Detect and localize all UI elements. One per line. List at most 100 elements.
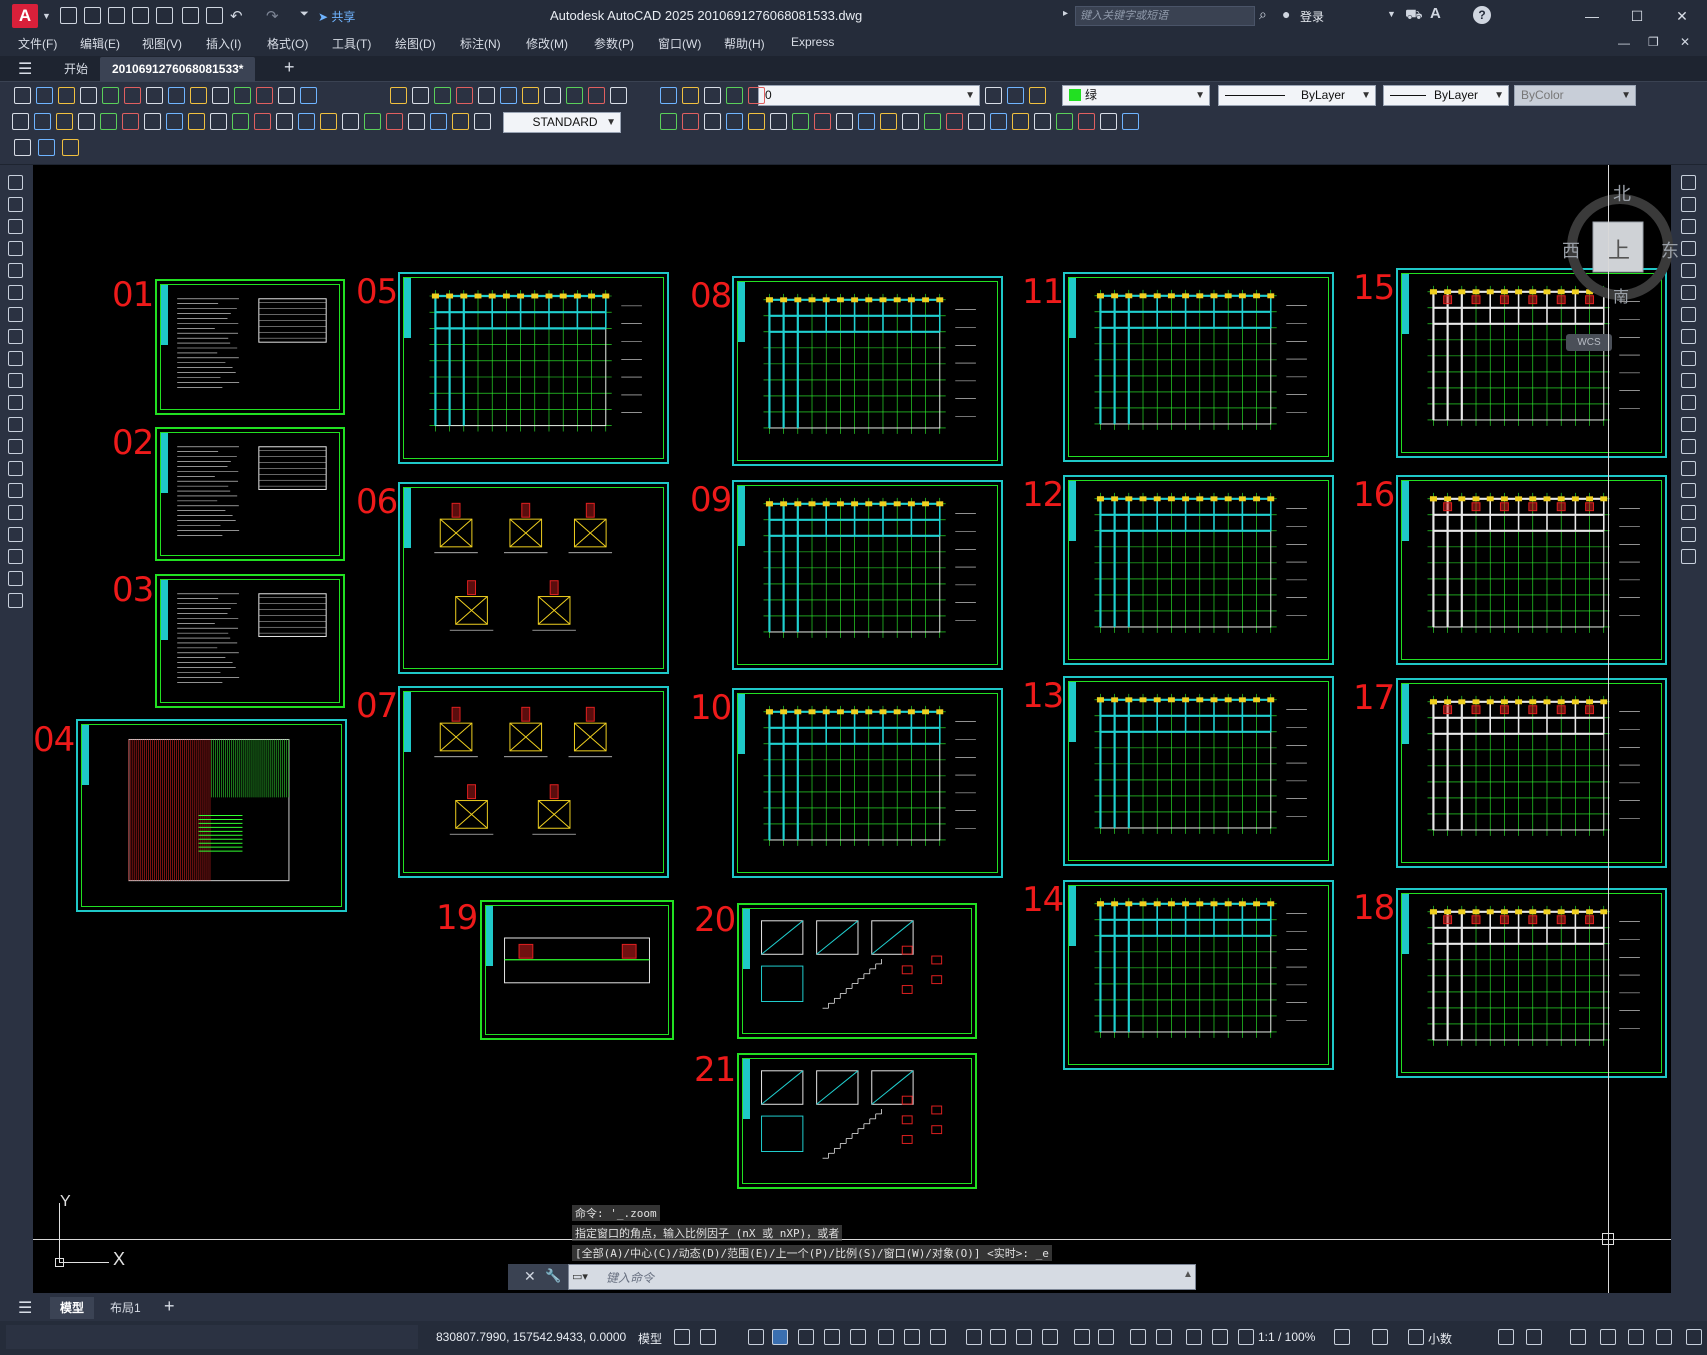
drawing-sheet-12[interactable] — [1063, 475, 1334, 665]
status-toggle-icon[interactable] — [1600, 1329, 1616, 1345]
modify-tool-icon[interactable] — [1681, 197, 1696, 212]
menu-edit[interactable]: 编辑(E) — [80, 35, 120, 52]
standard-tool-icon[interactable] — [278, 87, 295, 104]
standard-tool-icon[interactable] — [610, 87, 627, 104]
drawing-sheet-13[interactable] — [1063, 676, 1334, 866]
drawing-sheet-17[interactable] — [1396, 678, 1667, 868]
modify-tool-icon[interactable] — [1681, 263, 1696, 278]
modify-tool-icon[interactable] — [1681, 417, 1696, 432]
standard-tool-icon[interactable] — [434, 87, 451, 104]
undo-icon[interactable]: ↶ — [230, 7, 243, 25]
dimension-tool-icon[interactable] — [1012, 113, 1029, 130]
draw-tool-icon[interactable] — [8, 527, 23, 542]
standard-tool-icon[interactable] — [390, 87, 407, 104]
cart-icon[interactable]: ⛟ — [1405, 6, 1423, 25]
dimension-tool-icon[interactable] — [276, 113, 293, 130]
dimension-tool-icon[interactable] — [836, 113, 853, 130]
standard-tool-icon[interactable] — [256, 87, 273, 104]
redo-icon[interactable]: ↷ — [266, 7, 279, 25]
save-as-icon[interactable] — [132, 7, 149, 24]
text-style-dropdown[interactable]: STANDARD ▼ — [503, 112, 621, 133]
status-toggle-icon[interactable] — [1408, 1329, 1424, 1345]
status-toggle-icon[interactable] — [1686, 1329, 1702, 1345]
status-toggle-icon[interactable] — [1130, 1329, 1146, 1345]
standard-tool-icon[interactable] — [500, 87, 517, 104]
units-dropdown[interactable]: 小数 — [1428, 1330, 1452, 1347]
dimension-tool-icon[interactable] — [770, 113, 787, 130]
draw-tool-icon[interactable] — [8, 175, 23, 190]
status-toggle-icon[interactable] — [1656, 1329, 1672, 1345]
plot-icon[interactable] — [206, 7, 223, 24]
viewcube-east[interactable]: 东 — [1661, 237, 1679, 263]
close-command-icon[interactable]: ✕ — [524, 1268, 536, 1285]
standard-tool-icon[interactable] — [456, 87, 473, 104]
menu-express[interactable]: Express — [791, 35, 834, 49]
status-toggle-icon[interactable] — [748, 1329, 764, 1345]
help-search-input[interactable]: 键入关键字或短语 — [1075, 6, 1255, 26]
dimension-tool-icon[interactable] — [386, 113, 403, 130]
tab-model[interactable]: 模型 — [50, 1297, 95, 1319]
linetype-dropdown[interactable]: ByLayer ▼ — [1218, 85, 1376, 106]
draw-tool-icon[interactable] — [8, 197, 23, 212]
dimension-tool-icon[interactable] — [144, 113, 161, 130]
dimension-tool-icon[interactable] — [1122, 113, 1139, 130]
drawing-sheet-06[interactable] — [398, 482, 669, 674]
menu-insert[interactable]: 插入(I) — [206, 35, 241, 52]
drawing-sheet-10[interactable] — [732, 688, 1003, 878]
menu-view[interactable]: 视图(V) — [142, 35, 182, 52]
standard-tool-icon[interactable] — [985, 87, 1002, 104]
modify-tool-icon[interactable] — [1681, 329, 1696, 344]
standard-tool-icon[interactable] — [190, 87, 207, 104]
dimension-tool-icon[interactable] — [726, 113, 743, 130]
status-toggle-icon[interactable] — [772, 1329, 788, 1345]
dimension-tool-icon[interactable] — [682, 113, 699, 130]
draw-tool-icon[interactable] — [8, 263, 23, 278]
draw-tool-icon[interactable] — [8, 373, 23, 388]
modify-tool-icon[interactable] — [1681, 285, 1696, 300]
drawing-sheet-03[interactable] — [155, 574, 345, 708]
dimension-tool-icon[interactable] — [858, 113, 875, 130]
standard-tool-icon[interactable] — [58, 87, 75, 104]
new-tab-plus-icon[interactable]: + — [284, 57, 295, 78]
coordinates-readout[interactable]: 830807.7990, 157542.9433, 0.0000 — [436, 1330, 626, 1344]
status-toggle-icon[interactable] — [700, 1329, 716, 1345]
draw-tool-icon[interactable] — [8, 439, 23, 454]
standard-tool-icon[interactable] — [660, 87, 677, 104]
open-file-icon[interactable] — [84, 7, 101, 24]
share-button[interactable]: ➤ 共享 — [318, 8, 355, 25]
dimension-tool-icon[interactable] — [792, 113, 809, 130]
status-toggle-icon[interactable] — [674, 1329, 690, 1345]
draw-tool-icon[interactable] — [8, 483, 23, 498]
dimension-tool-icon[interactable] — [474, 113, 491, 130]
dimension-tool-icon[interactable] — [254, 113, 271, 130]
dimension-tool-icon[interactable] — [166, 113, 183, 130]
layer-dropdown[interactable]: 0 ▼ — [758, 85, 980, 106]
tab-layout1[interactable]: 布局1 — [100, 1297, 151, 1319]
status-toggle-icon[interactable] — [878, 1329, 894, 1345]
misc-tool-icon[interactable] — [38, 139, 55, 156]
status-toggle-icon[interactable] — [850, 1329, 866, 1345]
modify-tool-icon[interactable] — [1681, 505, 1696, 520]
dimension-tool-icon[interactable] — [100, 113, 117, 130]
status-toggle-icon[interactable] — [1498, 1329, 1514, 1345]
autodesk-app-icon[interactable]: A — [1430, 5, 1441, 22]
standard-tool-icon[interactable] — [168, 87, 185, 104]
modify-tool-icon[interactable] — [1681, 241, 1696, 256]
misc-tool-icon[interactable] — [62, 139, 79, 156]
status-toggle-icon[interactable] — [798, 1329, 814, 1345]
status-toggle-icon[interactable] — [1016, 1329, 1032, 1345]
status-toggle-icon[interactable] — [1334, 1329, 1350, 1345]
new-layout-plus-icon[interactable]: + — [164, 1296, 175, 1317]
dimension-tool-icon[interactable] — [232, 113, 249, 130]
standard-tool-icon[interactable] — [102, 87, 119, 104]
draw-tool-icon[interactable] — [8, 307, 23, 322]
color-dropdown[interactable]: 绿 ▼ — [1062, 85, 1210, 106]
draw-tool-icon[interactable] — [8, 571, 23, 586]
minimize-icon[interactable]: — — [1582, 6, 1602, 26]
dimension-tool-icon[interactable] — [34, 113, 51, 130]
doc-restore-icon[interactable]: ❐ — [1648, 35, 1659, 49]
standard-tool-icon[interactable] — [726, 87, 743, 104]
modify-tool-icon[interactable] — [1681, 549, 1696, 564]
draw-tool-icon[interactable] — [8, 593, 23, 608]
open-web-icon[interactable] — [156, 7, 173, 24]
